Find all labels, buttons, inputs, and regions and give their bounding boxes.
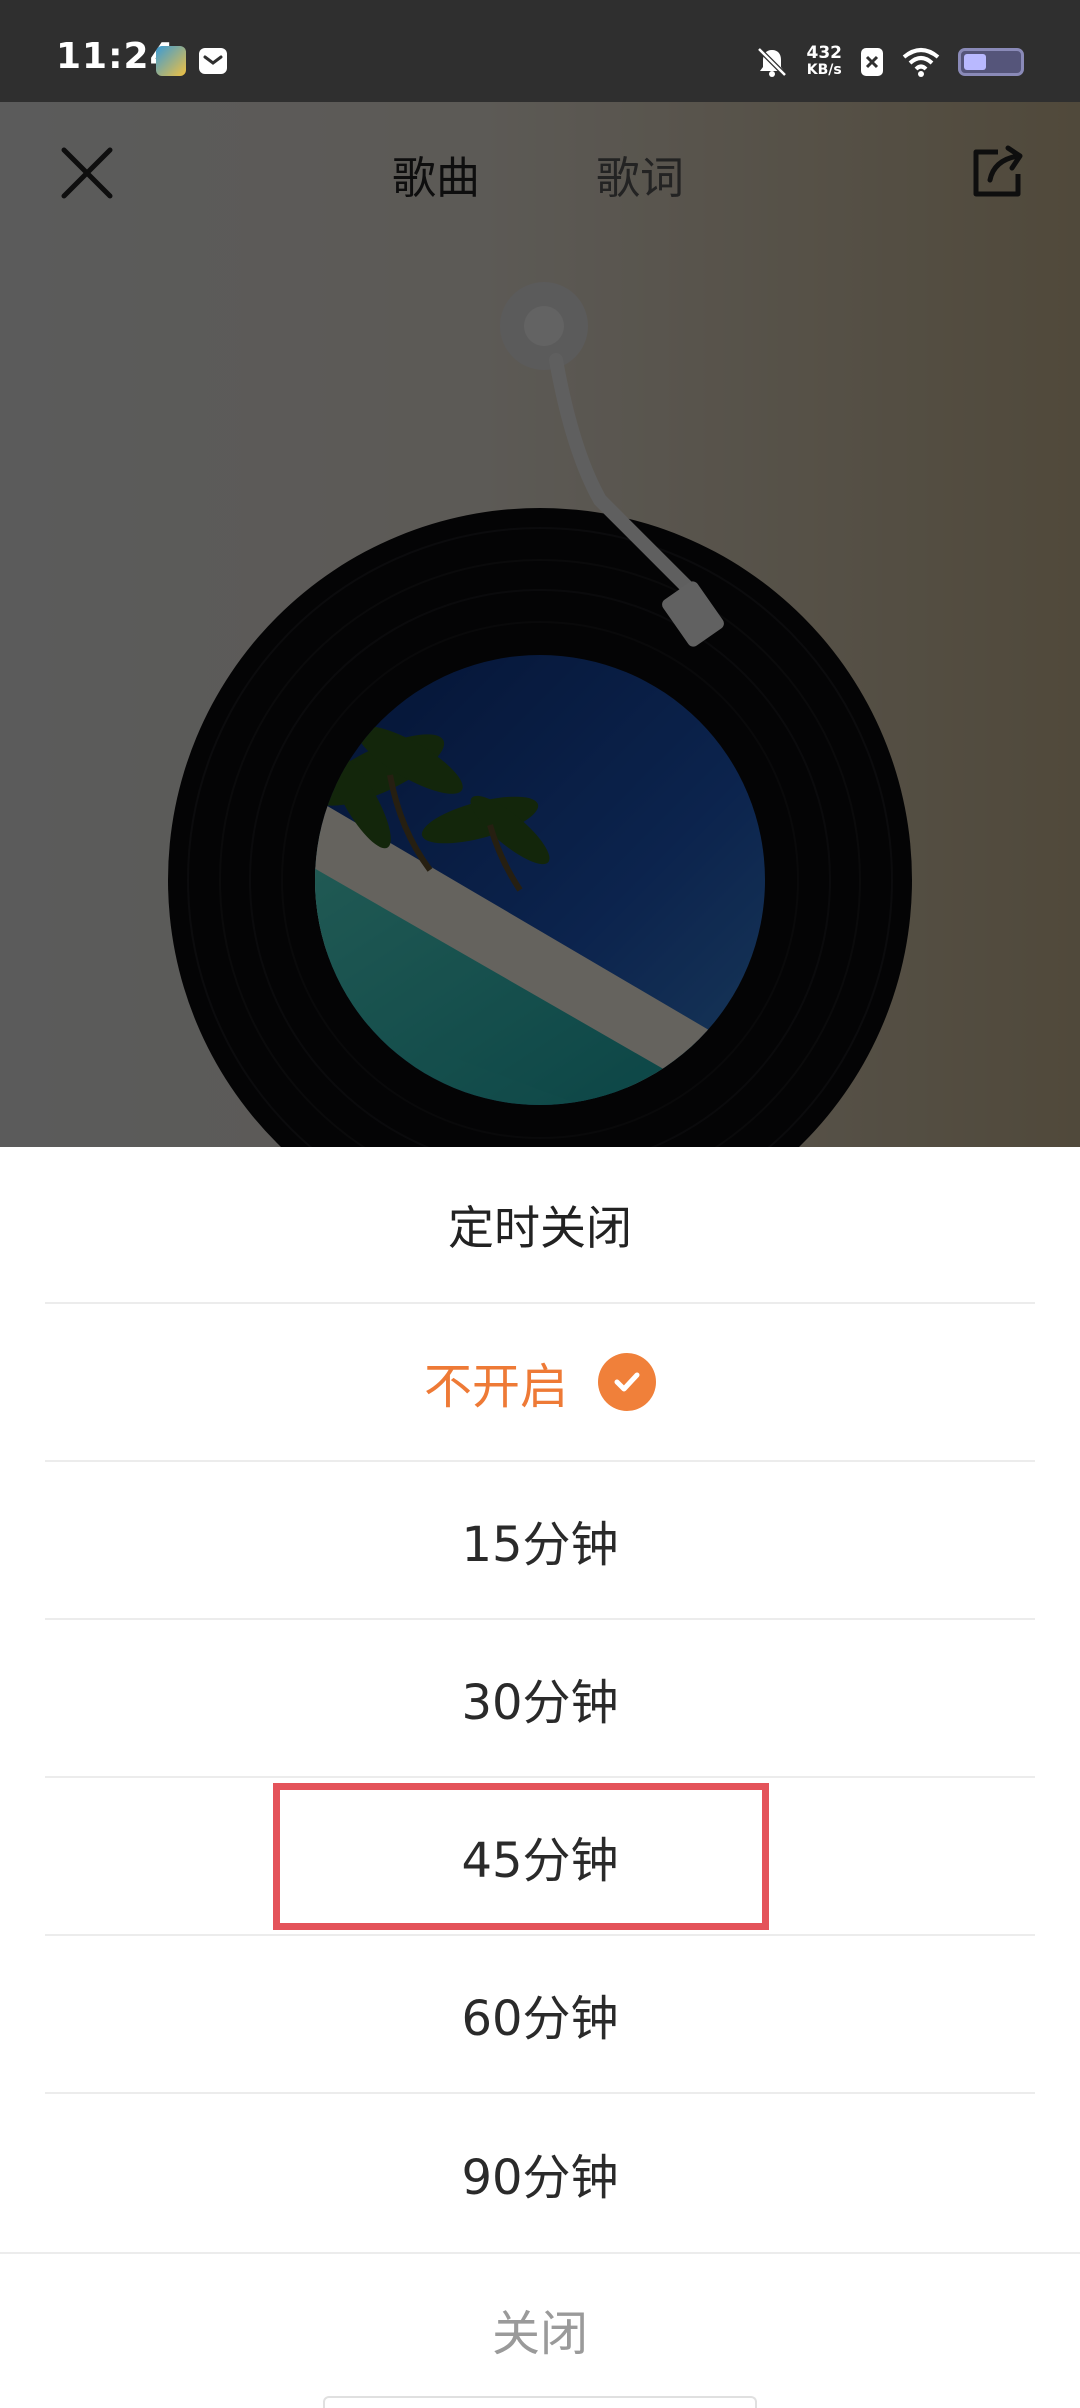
sleep-timer-sheet: 定时关闭 不开启 15分钟 30分钟 45分钟 60分钟 90分钟 关闭 [0, 1147, 1080, 2408]
app-notification-icon [156, 46, 186, 76]
close-button[interactable]: 关闭 [0, 2254, 1080, 2404]
status-right-group: 432 KB/s [755, 40, 1024, 84]
no-sim-icon [861, 48, 883, 76]
timer-option-label: 不开启 [423, 1359, 568, 1415]
mute-bell-icon [756, 47, 787, 77]
mail-icon [199, 48, 227, 74]
timer-option-90[interactable]: 90分钟 [45, 2094, 1035, 2252]
timer-option-label: 45分钟 [461, 1833, 619, 1889]
home-indicator[interactable] [323, 2396, 757, 2408]
timer-option-label: 15分钟 [461, 1517, 619, 1573]
player-screen: 歌曲 歌词 [0, 0, 1080, 1147]
sheet-title: 定时关闭 [45, 1147, 1035, 1304]
network-speed: 432 KB/s [807, 45, 843, 79]
timer-option-label: 60分钟 [461, 1991, 619, 2047]
network-speed-unit: KB/s [806, 62, 842, 78]
battery-icon [958, 48, 1024, 76]
modal-overlay[interactable] [0, 0, 1080, 1147]
timer-option-label: 30分钟 [461, 1675, 619, 1731]
status-bar: 11:24 432 KB/s [0, 0, 1080, 102]
timer-option-15[interactable]: 15分钟 [45, 1462, 1035, 1620]
timer-option-label: 90分钟 [461, 2150, 619, 2206]
timer-option-45[interactable]: 45分钟 [45, 1778, 1035, 1936]
wifi-icon [902, 48, 940, 77]
timer-option-off[interactable]: 不开启 [45, 1304, 1035, 1462]
check-icon [598, 1353, 656, 1411]
timer-option-60[interactable]: 60分钟 [45, 1936, 1035, 2094]
network-speed-value: 432 [806, 43, 843, 63]
timer-option-30[interactable]: 30分钟 [45, 1620, 1035, 1778]
